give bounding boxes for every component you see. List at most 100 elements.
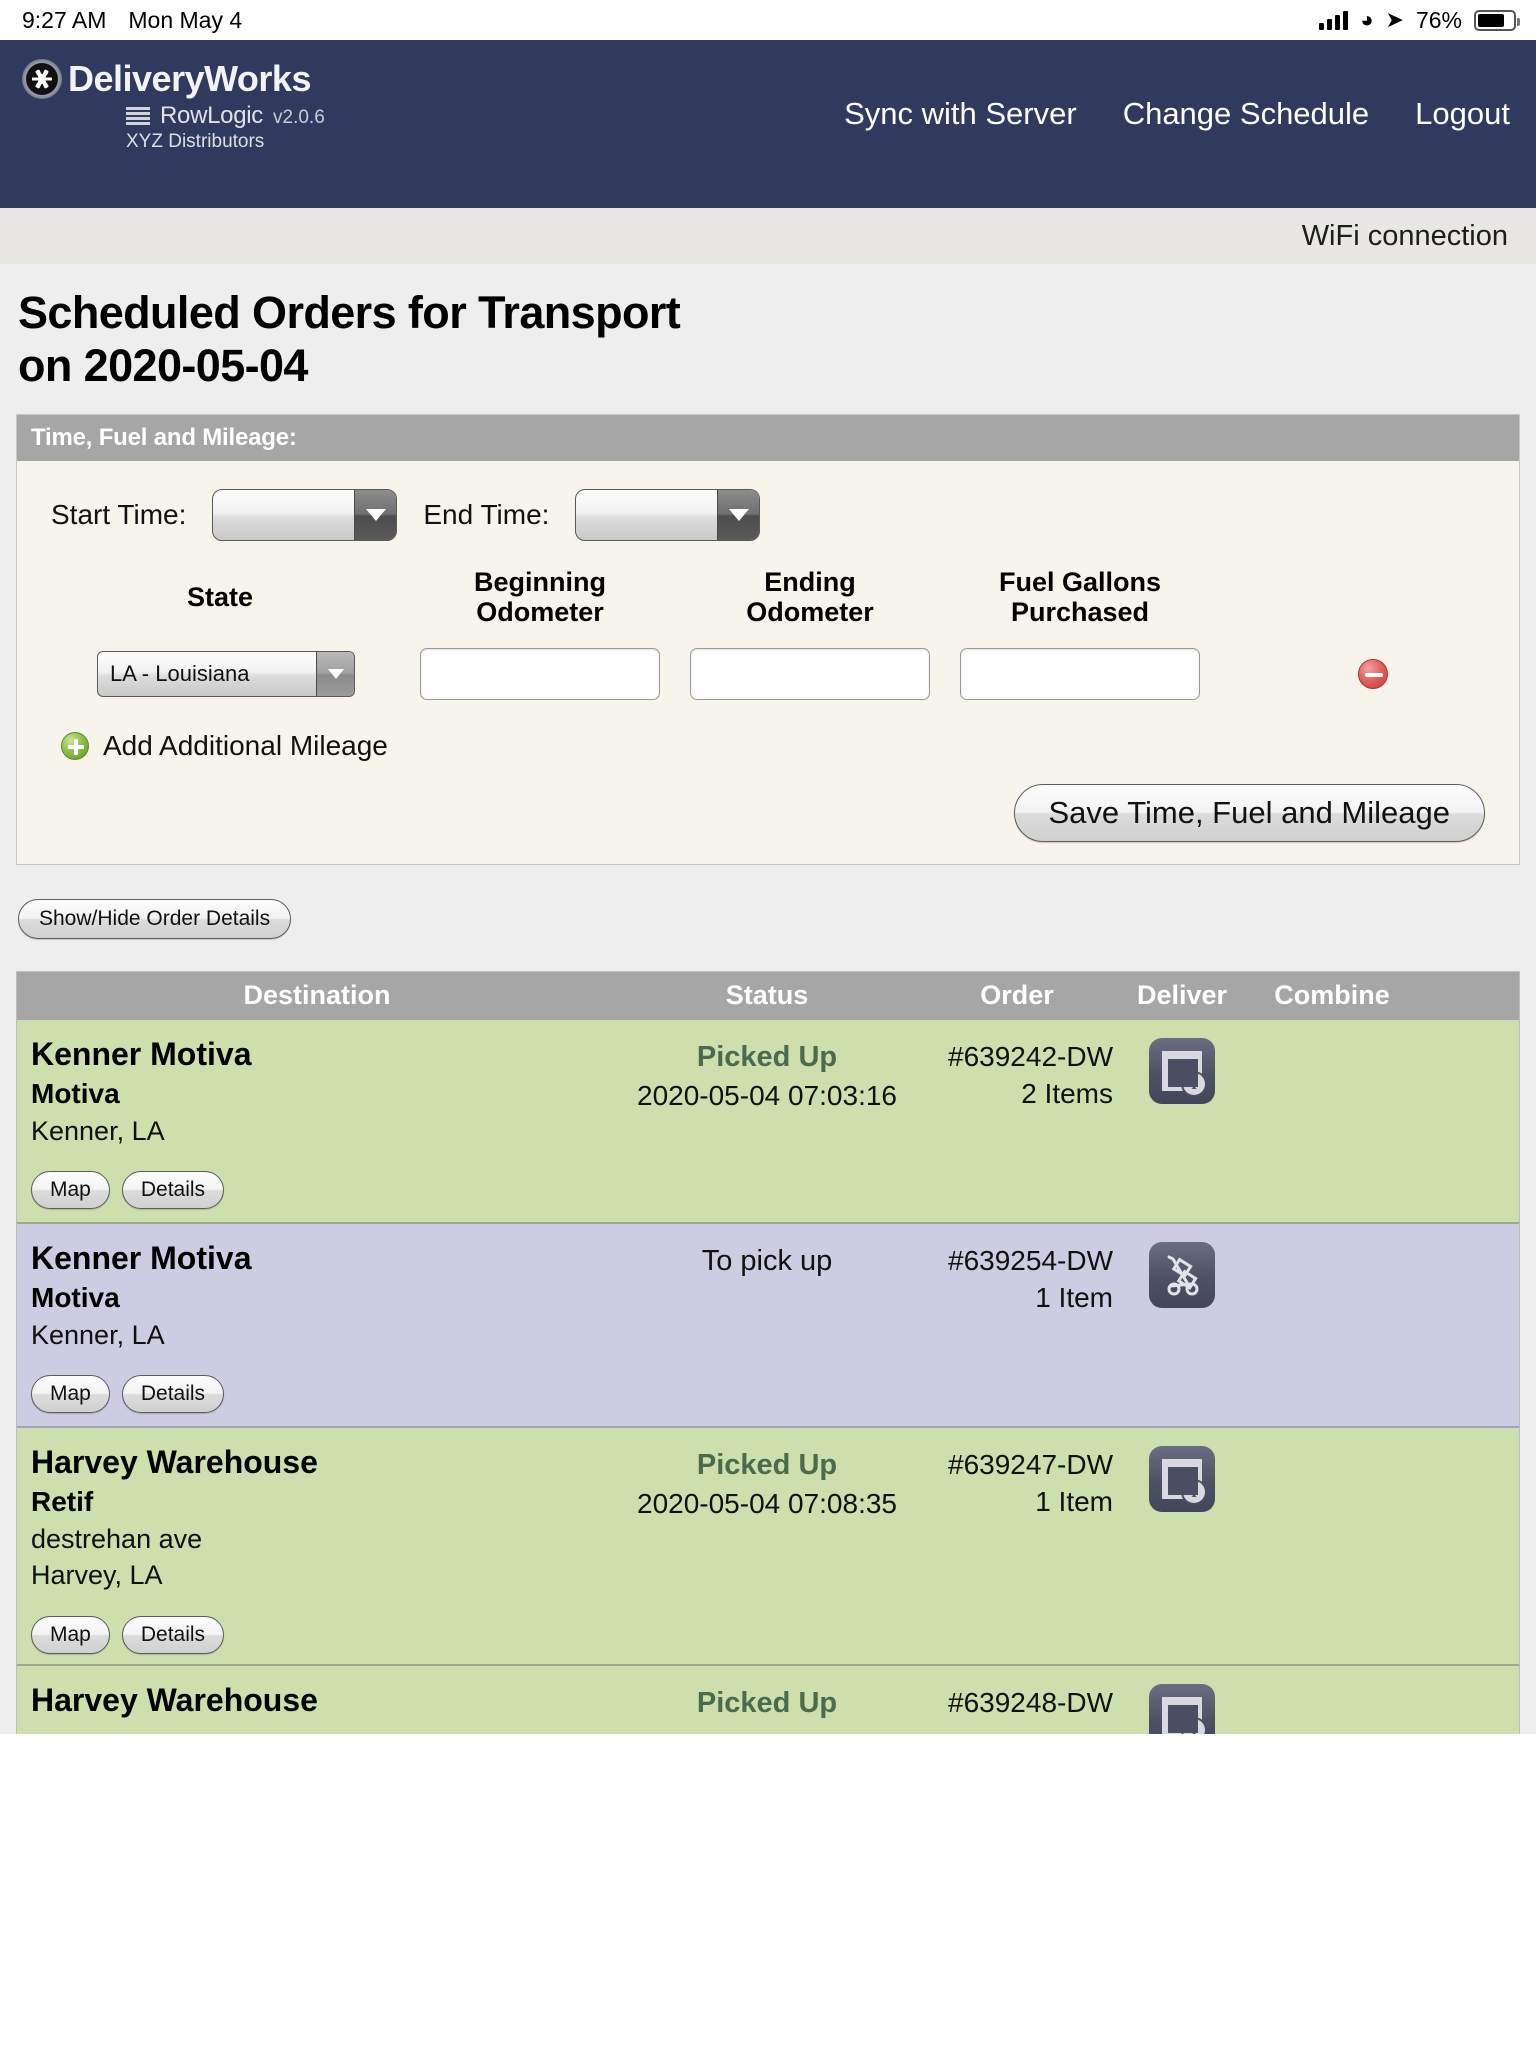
table-row[interactable]: Kenner Motiva Motiva Kenner, LA Map Deta… xyxy=(17,1223,1519,1428)
order-info-icon[interactable]: i xyxy=(1149,1037,1215,1104)
chevron-down-icon[interactable] xyxy=(316,651,354,696)
order-number: #639248-DW xyxy=(948,1686,1113,1718)
start-time-select[interactable] xyxy=(212,489,398,542)
beginning-odometer-line1: Beginning xyxy=(474,567,606,598)
column-header-beginning-odometer: Beginning Odometer xyxy=(405,567,675,633)
battery-icon xyxy=(1474,9,1520,31)
order-item-count: 1 Item xyxy=(1035,1486,1113,1518)
end-time-select[interactable] xyxy=(575,489,761,542)
order-item-count: 1 Item xyxy=(1035,1282,1113,1314)
destination-name: Harvey Warehouse xyxy=(31,1681,318,1718)
add-additional-mileage-label: Add Additional Mileage xyxy=(103,729,388,761)
header-status: Status xyxy=(725,980,809,1011)
nav-sync-with-server[interactable]: Sync with Server xyxy=(844,96,1077,132)
remove-circle-icon[interactable] xyxy=(1358,658,1388,689)
status-badge: Picked Up xyxy=(696,1448,838,1481)
order-item-count: 2 Items xyxy=(1021,1078,1113,1110)
destination-name: Kenner Motiva xyxy=(31,1239,252,1276)
page-title-line1: Scheduled Orders for Transport xyxy=(18,287,681,338)
header-destination: Destination xyxy=(243,980,391,1011)
combine-cell xyxy=(1247,1238,1417,1416)
combine-cell xyxy=(1247,1442,1417,1654)
brand-name: DeliveryWorks xyxy=(68,58,311,99)
details-button[interactable]: Details xyxy=(121,1171,225,1210)
order-cell: #639248-DW xyxy=(917,1680,1117,1734)
page-title: Scheduled Orders for Transport on 2020-0… xyxy=(0,264,1536,392)
order-number: #639247-DW xyxy=(948,1448,1113,1480)
panel-body: Start Time: End Time: State Beginning Od… xyxy=(17,461,1519,863)
tire-logo-icon xyxy=(22,59,62,99)
destination-cell: Harvey Warehouse xyxy=(17,1680,617,1734)
deliver-cell: i xyxy=(1117,1442,1247,1654)
add-circle-icon[interactable] xyxy=(61,731,89,760)
sub-brand-row: RowLogic v2.0.6 xyxy=(126,102,325,130)
deliver-cell xyxy=(1117,1238,1247,1416)
order-info-icon[interactable]: i xyxy=(1149,1683,1215,1734)
header-order: Order xyxy=(980,980,1054,1011)
destination-name: Harvey Warehouse xyxy=(31,1443,318,1480)
fuel-gallons-cell xyxy=(945,634,1215,700)
status-cell: Picked Up 2020-05-04 07:08:35 xyxy=(617,1442,917,1654)
ending-odometer-line2: Odometer xyxy=(746,597,874,628)
status-bar-left: 9:27 AM Mon May 4 xyxy=(22,7,242,34)
status-timestamp: 2020-05-04 07:03:16 xyxy=(637,1079,897,1111)
status-bar-right: ◕ ➤ 76% xyxy=(1319,0,1520,40)
ios-status-bar: 9:27 AM Mon May 4 ◕ ➤ 76% xyxy=(0,0,1536,40)
order-cell: #639247-DW 1 Item xyxy=(917,1442,1117,1654)
add-additional-mileage-row[interactable]: Add Additional Mileage xyxy=(61,730,1501,762)
header-deliver: Deliver xyxy=(1136,980,1228,1011)
cellular-signal-icon xyxy=(1319,10,1349,30)
deliver-cell: i xyxy=(1117,1680,1247,1734)
ending-odometer-input[interactable] xyxy=(690,647,930,700)
destination-address-city: Harvey, LA xyxy=(31,1560,163,1591)
page-title-line2: on 2020-05-04 xyxy=(18,340,308,392)
deliver-cell: i xyxy=(1117,1034,1247,1212)
state-cell: LA - Louisiana xyxy=(35,637,405,697)
fuel-gallons-input[interactable] xyxy=(960,647,1200,700)
ending-odometer-line1: Ending xyxy=(764,567,856,598)
table-row[interactable]: Harvey Warehouse Picked Up #639248-DW i xyxy=(17,1665,1519,1734)
nav-change-schedule[interactable]: Change Schedule xyxy=(1123,96,1369,132)
map-button[interactable]: Map xyxy=(31,1171,110,1210)
status-cell: To pick up xyxy=(617,1238,917,1416)
destination-customer: Motiva xyxy=(31,1078,120,1110)
mileage-grid: State Beginning Odometer Ending Odometer… xyxy=(35,567,1501,700)
map-button[interactable]: Map xyxy=(31,1375,110,1414)
order-number: #639242-DW xyxy=(948,1040,1113,1072)
chevron-down-icon[interactable] xyxy=(717,490,760,541)
map-button[interactable]: Map xyxy=(31,1615,110,1654)
order-cell: #639254-DW 1 Item xyxy=(917,1238,1117,1416)
destination-cell: Harvey Warehouse Retif destrehan ave Har… xyxy=(17,1442,617,1654)
destination-address: Kenner, LA xyxy=(31,1116,165,1147)
beginning-odometer-input[interactable] xyxy=(420,647,660,700)
brand-row: DeliveryWorks xyxy=(22,58,325,100)
state-select[interactable]: LA - Louisiana xyxy=(97,650,355,697)
save-time-fuel-mileage-button[interactable]: Save Time, Fuel and Mileage xyxy=(1013,783,1485,842)
row-buttons: Map Details xyxy=(31,1615,617,1654)
destination-name: Kenner Motiva xyxy=(31,1035,252,1072)
status-bar-time: 9:27 AM xyxy=(22,6,107,33)
destination-customer: Retif xyxy=(31,1486,94,1518)
wifi-icon: ◕ xyxy=(1360,7,1374,32)
nav-logout[interactable]: Logout xyxy=(1415,96,1510,132)
ending-odometer-cell xyxy=(675,634,945,700)
table-row[interactable]: Kenner Motiva Motiva Kenner, LA Map Deta… xyxy=(17,1019,1519,1224)
page-body: Scheduled Orders for Transport on 2020-0… xyxy=(0,264,1536,1734)
fuel-gallons-line2: Purchased xyxy=(1010,597,1150,628)
show-hide-order-details-button[interactable]: Show/Hide Order Details xyxy=(18,898,292,939)
details-button[interactable]: Details xyxy=(121,1615,225,1654)
header-combine: Combine xyxy=(1274,980,1390,1011)
details-button[interactable]: Details xyxy=(121,1375,225,1414)
status-badge: Picked Up xyxy=(696,1040,838,1073)
order-info-icon[interactable]: i xyxy=(1149,1445,1215,1512)
hand-truck-icon[interactable] xyxy=(1149,1241,1215,1308)
status-badge: To pick up xyxy=(701,1244,833,1277)
destination-address: destrehan ave xyxy=(31,1524,203,1555)
app-header: DeliveryWorks RowLogic v2.0.6 XYZ Distri… xyxy=(0,40,1536,208)
time-selectors-row: Start Time: End Time: xyxy=(51,489,1501,542)
table-row[interactable]: Harvey Warehouse Retif destrehan ave Har… xyxy=(17,1427,1519,1666)
chevron-down-icon[interactable] xyxy=(354,490,397,541)
column-header-remove-spacer xyxy=(1215,597,1501,603)
row-buttons: Map Details xyxy=(31,1375,617,1414)
header-nav: Sync with Server Change Schedule Logout xyxy=(844,96,1510,132)
